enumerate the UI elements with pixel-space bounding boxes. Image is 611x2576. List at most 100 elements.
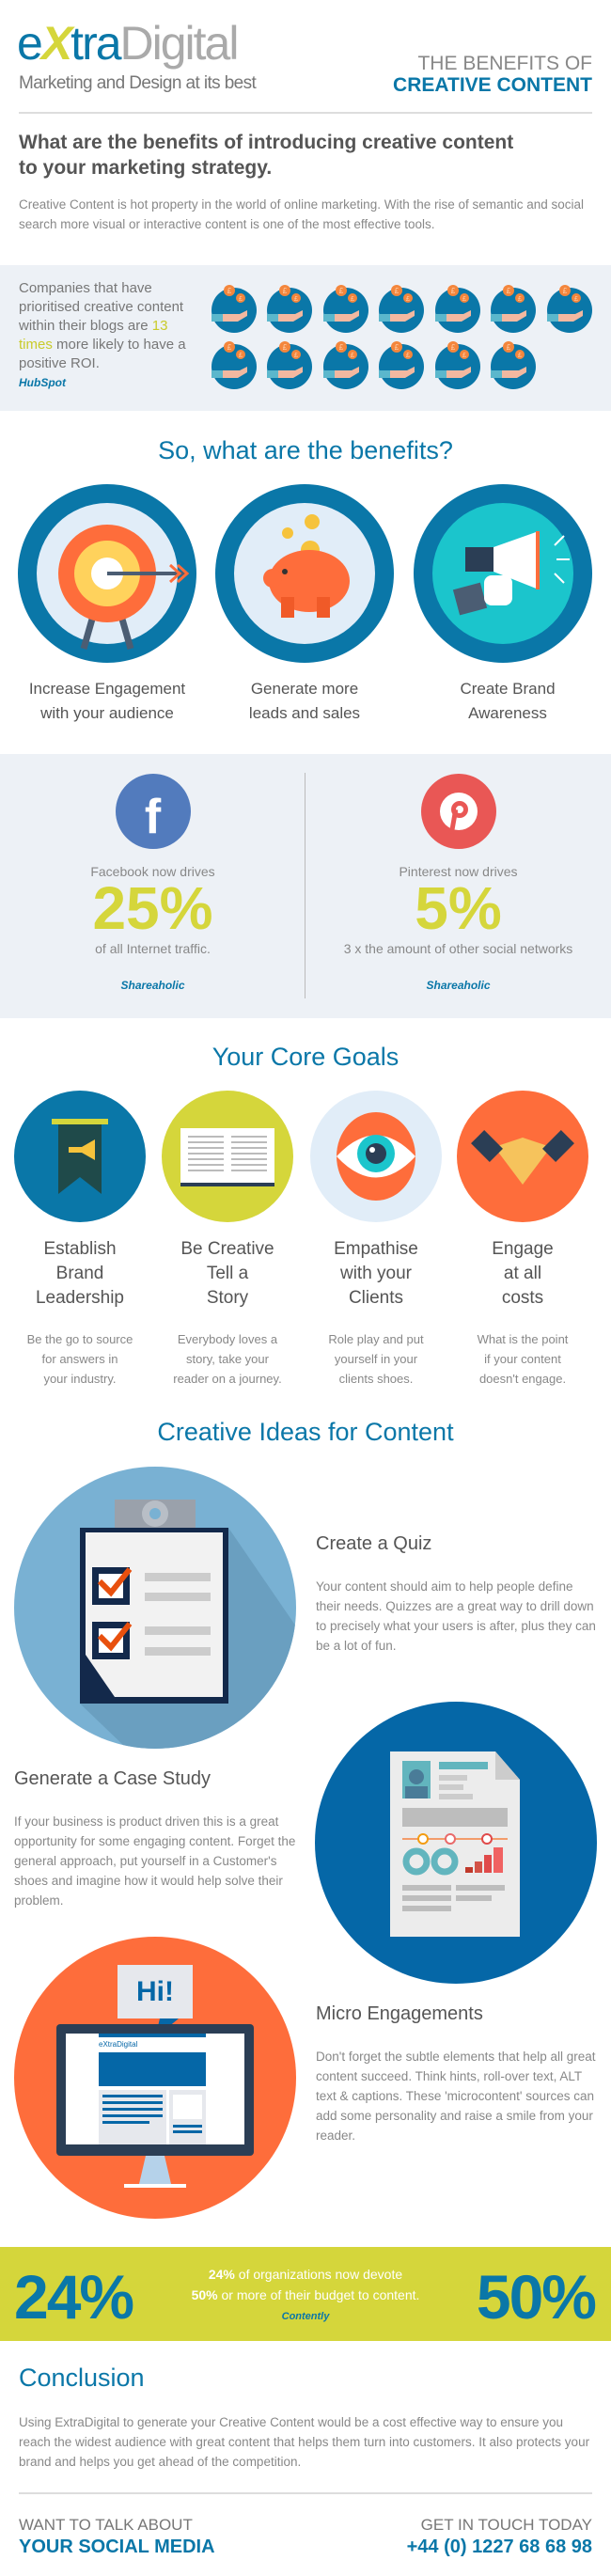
svg-text:£: £ xyxy=(351,296,354,303)
facebook-stat: f Facebook now drives 25% of all Interne… xyxy=(0,774,306,992)
budget-text: 24% of organizations now devote 50% or m… xyxy=(164,2264,446,2327)
svg-text:£: £ xyxy=(451,343,456,352)
pinterest-icon[interactable] xyxy=(420,774,496,849)
quiz-circle xyxy=(14,1467,296,1749)
roi-source: HubSpot xyxy=(19,376,66,389)
svg-text:£: £ xyxy=(294,296,298,303)
hand-with-pound-coins-icon: £ £ xyxy=(212,341,257,389)
svg-text:£: £ xyxy=(227,343,232,352)
svg-text:£: £ xyxy=(563,287,568,295)
megaphone-icon xyxy=(432,503,573,644)
benefit-circle-leads xyxy=(215,484,394,663)
hand-with-pound-coins-icon: £ £ xyxy=(379,341,424,389)
hand-with-pound-coins-icon: £ £ xyxy=(435,341,480,389)
banner-trumpet-icon xyxy=(52,1119,108,1194)
goal-circle xyxy=(310,1091,442,1222)
benefit-circle-brand xyxy=(414,484,592,663)
svg-text:£: £ xyxy=(451,287,456,295)
svg-text:£: £ xyxy=(395,287,400,295)
micro-circle: Hi! eXtraDigital xyxy=(14,1937,296,2219)
footer-right-line1: GET IN TOUCH TODAY xyxy=(420,2516,592,2534)
svg-text:£: £ xyxy=(462,296,466,303)
svg-text:£: £ xyxy=(351,353,354,359)
svg-text:£: £ xyxy=(507,343,511,352)
goal-title-line: Establish xyxy=(43,1239,117,1259)
svg-text:£: £ xyxy=(518,353,522,359)
header-divider xyxy=(19,112,592,114)
svg-text:£: £ xyxy=(462,353,466,359)
goal-title-line: Clients xyxy=(348,1288,404,1308)
goal-description-line: yourself in your xyxy=(334,1352,418,1366)
pinterest-value: 5% xyxy=(415,874,502,942)
svg-text:£: £ xyxy=(507,287,511,295)
facebook-caption: of all Internet traffic. xyxy=(95,941,211,956)
goal-description-line: doesn't engage. xyxy=(478,1372,567,1386)
svg-text:£: £ xyxy=(239,296,243,303)
hand-with-pound-coins-icon: £ £ xyxy=(547,285,592,333)
micro-body: Don't forget the subtle elements that he… xyxy=(316,2050,596,2143)
goal-description-line: clients shoes. xyxy=(338,1372,414,1386)
goal-title-line: Leadership xyxy=(35,1288,125,1308)
eye-icon xyxy=(337,1112,415,1201)
logo-e: e xyxy=(17,17,43,70)
benefit-label-line2: with your audience xyxy=(40,704,174,722)
benefit-circle-engagement xyxy=(18,484,196,663)
svg-text:£: £ xyxy=(294,353,298,359)
goal-title: Engage at all costs xyxy=(447,1237,598,1311)
report-document-icon xyxy=(390,1751,520,1937)
svg-text:£: £ xyxy=(574,296,578,303)
pinterest-caption: 3 x the amount of other social networks xyxy=(343,941,573,956)
footer-phone-link[interactable]: +44 (0) 1227 68 68 98 xyxy=(407,2537,592,2558)
case-study-title: Generate a Case Study xyxy=(14,1768,212,1789)
screen-logo: eXtraDigital xyxy=(99,2040,138,2049)
budget-line1-bold: 24% xyxy=(208,2267,235,2282)
benefit-label-line1: Generate more xyxy=(250,680,359,698)
footer-social-media-link[interactable]: YOUR SOCIAL MEDIA xyxy=(19,2537,215,2558)
hand-with-pound-coins-icon: £ £ xyxy=(323,341,368,389)
goal-description: Role play and put yourself in your clients… xyxy=(301,1329,451,1389)
goal-circle xyxy=(457,1091,588,1222)
benefits-heading: So, what are the benefits? xyxy=(158,436,453,464)
goal-description: Be the go to source for answers in your in… xyxy=(5,1329,155,1389)
svg-text:£: £ xyxy=(518,296,522,303)
svg-text:£: £ xyxy=(395,343,400,352)
case-study-body: If your business is product driven this … xyxy=(14,1814,296,1908)
intro-heading: What are the benefits of introducing cre… xyxy=(19,130,513,181)
hand-with-pound-coins-icon: £ £ xyxy=(435,285,480,333)
target-arrow-icon xyxy=(37,503,190,650)
quiz-body: Your content should aim to help people d… xyxy=(316,1579,596,1653)
pinterest-source: Shareaholic xyxy=(426,979,491,992)
ideas-heading: Creative Ideas for Content xyxy=(157,1418,454,1446)
pinterest-stat: Pinterest now drives 5% 3 x the amount o… xyxy=(306,774,611,992)
budget-line1: 24% of organizations now devote xyxy=(164,2264,446,2285)
goal-title-line: costs xyxy=(501,1288,544,1308)
svg-text:£: £ xyxy=(283,343,288,352)
svg-text:£: £ xyxy=(239,353,243,359)
footer-divider xyxy=(19,2492,592,2494)
benefit-label-leads: Generate more leads and sales xyxy=(201,677,408,726)
budget-source: Contently xyxy=(281,2311,330,2322)
intro-heading-line2: to your marketing strategy. xyxy=(19,157,273,179)
facebook-icon[interactable]: f xyxy=(115,774,191,849)
hand-with-pound-coins-icon: £ £ xyxy=(212,285,257,333)
budget-line2-bold: 50% xyxy=(191,2287,218,2302)
svg-text:£: £ xyxy=(283,287,288,295)
goal-description-line: Be the go to source xyxy=(26,1332,133,1346)
hi-speech-bubble: Hi! xyxy=(136,1976,174,2007)
logo[interactable]: eXtraDigital xyxy=(17,17,239,70)
goal-title: Be Creative Tell a Story xyxy=(152,1237,303,1311)
goal-title: Empathise with your Clients xyxy=(301,1237,451,1311)
intro-body: Creative Content is hot property in the … xyxy=(19,197,585,231)
intro-heading-line1: What are the benefits of introducing cre… xyxy=(19,132,514,153)
goal-description-line: reader on a journey. xyxy=(173,1372,282,1386)
goal-description-line: your industry. xyxy=(43,1372,117,1386)
benefit-label-engagement: Increase Engagement with your audience xyxy=(0,677,214,726)
budget-line2: 50% or more of their budget to content. xyxy=(164,2285,446,2305)
benefit-label-line1: Create Brand xyxy=(460,680,556,698)
hand-with-pound-coins-icon: £ £ xyxy=(379,285,424,333)
benefit-label-brand: Create Brand Awareness xyxy=(404,677,611,726)
svg-text:£: £ xyxy=(227,287,232,295)
benefit-label-line1: Increase Engagement xyxy=(28,680,186,698)
case-study-circle xyxy=(315,1702,597,1984)
budget-line2-rest: or more of their budget to content. xyxy=(217,2287,420,2302)
